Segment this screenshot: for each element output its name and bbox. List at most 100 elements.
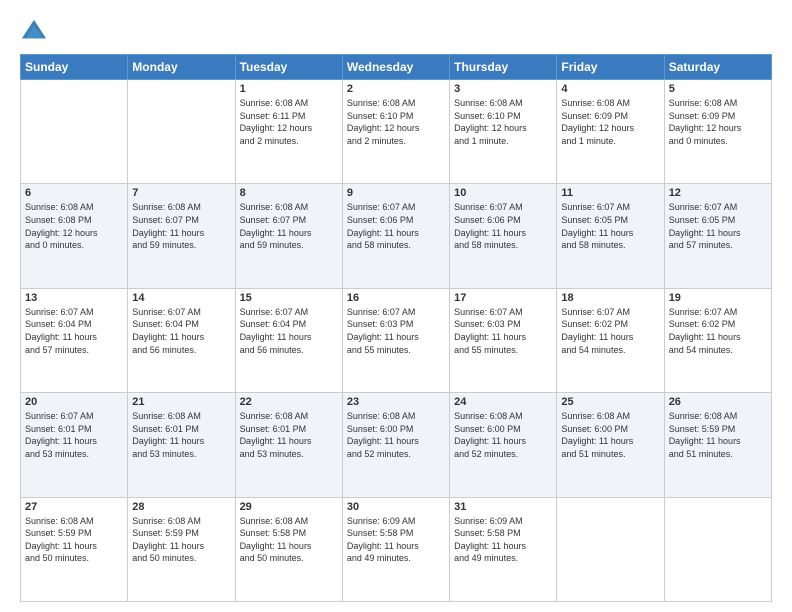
day-number: 11 <box>561 187 659 199</box>
calendar-header-thursday: Thursday <box>450 55 557 80</box>
day-info: Sunrise: 6:07 AM Sunset: 6:02 PM Dayligh… <box>669 306 767 356</box>
day-info: Sunrise: 6:07 AM Sunset: 6:02 PM Dayligh… <box>561 306 659 356</box>
calendar-header-saturday: Saturday <box>664 55 771 80</box>
day-number: 27 <box>25 501 123 513</box>
calendar-cell: 21 Sunrise: 6:08 AM Sunset: 6:01 PM Dayli… <box>128 393 235 497</box>
day-number: 25 <box>561 396 659 408</box>
calendar-header-row: SundayMondayTuesdayWednesdayThursdayFrid… <box>21 55 772 80</box>
day-info: Sunrise: 6:08 AM Sunset: 6:07 PM Dayligh… <box>240 201 338 251</box>
calendar-cell: 3 Sunrise: 6:08 AM Sunset: 6:10 PM Daylig… <box>450 80 557 184</box>
day-number: 3 <box>454 83 552 95</box>
logo <box>20 18 50 46</box>
calendar-cell: 10 Sunrise: 6:07 AM Sunset: 6:06 PM Dayli… <box>450 184 557 288</box>
calendar-cell: 29 Sunrise: 6:08 AM Sunset: 5:58 PM Dayli… <box>235 497 342 601</box>
day-info: Sunrise: 6:07 AM Sunset: 6:05 PM Dayligh… <box>669 201 767 251</box>
calendar-cell: 17 Sunrise: 6:07 AM Sunset: 6:03 PM Dayli… <box>450 288 557 392</box>
calendar-cell: 25 Sunrise: 6:08 AM Sunset: 6:00 PM Dayli… <box>557 393 664 497</box>
day-info: Sunrise: 6:08 AM Sunset: 6:01 PM Dayligh… <box>240 410 338 460</box>
day-number: 14 <box>132 292 230 304</box>
calendar-cell: 31 Sunrise: 6:09 AM Sunset: 5:58 PM Dayli… <box>450 497 557 601</box>
calendar-cell: 24 Sunrise: 6:08 AM Sunset: 6:00 PM Dayli… <box>450 393 557 497</box>
calendar-cell: 27Sunrise: 6:08 AM Sunset: 5:59 PM Dayli… <box>21 497 128 601</box>
calendar-cell: 26 Sunrise: 6:08 AM Sunset: 5:59 PM Dayli… <box>664 393 771 497</box>
calendar-cell: 15 Sunrise: 6:07 AM Sunset: 6:04 PM Dayli… <box>235 288 342 392</box>
calendar-cell: 13Sunrise: 6:07 AM Sunset: 6:04 PM Dayli… <box>21 288 128 392</box>
day-info: Sunrise: 6:07 AM Sunset: 6:06 PM Dayligh… <box>347 201 445 251</box>
day-number: 5 <box>669 83 767 95</box>
calendar-cell: 20 Sunrise: 6:07 AM Sunset: 6:01 PM Dayli… <box>21 393 128 497</box>
calendar-cell <box>664 497 771 601</box>
calendar-cell: 28 Sunrise: 6:08 AM Sunset: 5:59 PM Dayli… <box>128 497 235 601</box>
day-number: 4 <box>561 83 659 95</box>
day-info: Sunrise: 6:08 AM Sunset: 6:10 PM Dayligh… <box>454 97 552 147</box>
day-info: Sunrise: 6:08 AM Sunset: 6:08 PM Dayligh… <box>25 201 123 251</box>
day-number: 8 <box>240 187 338 199</box>
logo-icon <box>20 18 48 46</box>
day-info: Sunrise: 6:07 AM Sunset: 6:05 PM Dayligh… <box>561 201 659 251</box>
calendar-cell: 9Sunrise: 6:07 AM Sunset: 6:06 PM Daylig… <box>342 184 449 288</box>
calendar-cell: 4 Sunrise: 6:08 AM Sunset: 6:09 PM Daylig… <box>557 80 664 184</box>
day-number: 23 <box>347 396 445 408</box>
calendar-header-friday: Friday <box>557 55 664 80</box>
day-number: 21 <box>132 396 230 408</box>
day-info: Sunrise: 6:08 AM Sunset: 6:09 PM Dayligh… <box>669 97 767 147</box>
calendar-cell: 6 Sunrise: 6:08 AM Sunset: 6:08 PM Daylig… <box>21 184 128 288</box>
calendar-header-monday: Monday <box>128 55 235 80</box>
day-info: Sunrise: 6:07 AM Sunset: 6:06 PM Dayligh… <box>454 201 552 251</box>
day-info: Sunrise: 6:08 AM Sunset: 5:58 PM Dayligh… <box>240 515 338 565</box>
calendar-week-row: 1Sunrise: 6:08 AM Sunset: 6:11 PM Daylig… <box>21 80 772 184</box>
day-number: 16 <box>347 292 445 304</box>
day-info: Sunrise: 6:07 AM Sunset: 6:04 PM Dayligh… <box>240 306 338 356</box>
page: SundayMondayTuesdayWednesdayThursdayFrid… <box>0 0 792 612</box>
day-number: 30 <box>347 501 445 513</box>
day-info: Sunrise: 6:08 AM Sunset: 6:07 PM Dayligh… <box>132 201 230 251</box>
day-number: 15 <box>240 292 338 304</box>
calendar-cell: 16 Sunrise: 6:07 AM Sunset: 6:03 PM Dayli… <box>342 288 449 392</box>
day-info: Sunrise: 6:08 AM Sunset: 6:01 PM Dayligh… <box>132 410 230 460</box>
day-info: Sunrise: 6:07 AM Sunset: 6:04 PM Dayligh… <box>132 306 230 356</box>
day-number: 24 <box>454 396 552 408</box>
calendar-cell <box>557 497 664 601</box>
day-info: Sunrise: 6:08 AM Sunset: 5:59 PM Dayligh… <box>669 410 767 460</box>
calendar-cell <box>128 80 235 184</box>
calendar-cell: 8 Sunrise: 6:08 AM Sunset: 6:07 PM Daylig… <box>235 184 342 288</box>
calendar-week-row: 13Sunrise: 6:07 AM Sunset: 6:04 PM Dayli… <box>21 288 772 392</box>
day-number: 6 <box>25 187 123 199</box>
calendar-week-row: 27 Sunrise: 6:08 AM Sunset: 5:59 PM Dayli… <box>21 497 772 601</box>
calendar-cell: 1Sunrise: 6:08 AM Sunset: 6:11 PM Daylig… <box>235 80 342 184</box>
day-number: 28 <box>132 501 230 513</box>
calendar-cell: 2 Sunrise: 6:08 AM Sunset: 6:10 PM Daylig… <box>342 80 449 184</box>
day-info: Sunrise: 6:07 AM Sunset: 6:03 PM Dayligh… <box>454 306 552 356</box>
calendar-cell: 5 Sunrise: 6:08 AM Sunset: 6:09 PM Daylig… <box>664 80 771 184</box>
day-info: Sunrise: 6:08 AM Sunset: 6:11 PM Dayligh… <box>240 97 338 147</box>
day-number: 2 <box>347 83 445 95</box>
day-info: Sunrise: 6:08 AM Sunset: 6:10 PM Dayligh… <box>347 97 445 147</box>
day-info: Sunrise: 6:07 AM Sunset: 6:03 PM Dayligh… <box>347 306 445 356</box>
day-number: 26 <box>669 396 767 408</box>
day-info: Sunrise: 6:08 AM Sunset: 6:00 PM Dayligh… <box>561 410 659 460</box>
calendar-week-row: 20 Sunrise: 6:07 AM Sunset: 6:01 PM Dayli… <box>21 393 772 497</box>
calendar-cell: 19 Sunrise: 6:07 AM Sunset: 6:02 PM Dayli… <box>664 288 771 392</box>
calendar-cell: 11 Sunrise: 6:07 AM Sunset: 6:05 PM Dayli… <box>557 184 664 288</box>
day-number: 20 <box>25 396 123 408</box>
day-info: Sunrise: 6:07 AM Sunset: 6:01 PM Dayligh… <box>25 410 123 460</box>
day-number: 29 <box>240 501 338 513</box>
day-number: 7 <box>132 187 230 199</box>
day-number: 22 <box>240 396 338 408</box>
day-number: 31 <box>454 501 552 513</box>
day-number: 19 <box>669 292 767 304</box>
day-info: Sunrise: 6:08 AM Sunset: 5:59 PM Dayligh… <box>132 515 230 565</box>
calendar-cell: 22 Sunrise: 6:08 AM Sunset: 6:01 PM Dayli… <box>235 393 342 497</box>
calendar-cell: 12Sunrise: 6:07 AM Sunset: 6:05 PM Dayli… <box>664 184 771 288</box>
calendar-cell: 23 Sunrise: 6:08 AM Sunset: 6:00 PM Dayli… <box>342 393 449 497</box>
day-info: Sunrise: 6:09 AM Sunset: 5:58 PM Dayligh… <box>454 515 552 565</box>
day-info: Sunrise: 6:08 AM Sunset: 6:09 PM Dayligh… <box>561 97 659 147</box>
day-number: 10 <box>454 187 552 199</box>
calendar-cell <box>21 80 128 184</box>
calendar-cell: 14 Sunrise: 6:07 AM Sunset: 6:04 PM Dayli… <box>128 288 235 392</box>
day-info: Sunrise: 6:09 AM Sunset: 5:58 PM Dayligh… <box>347 515 445 565</box>
day-info: Sunrise: 6:08 AM Sunset: 6:00 PM Dayligh… <box>347 410 445 460</box>
calendar-header-tuesday: Tuesday <box>235 55 342 80</box>
day-info: Sunrise: 6:08 AM Sunset: 6:00 PM Dayligh… <box>454 410 552 460</box>
day-number: 17 <box>454 292 552 304</box>
